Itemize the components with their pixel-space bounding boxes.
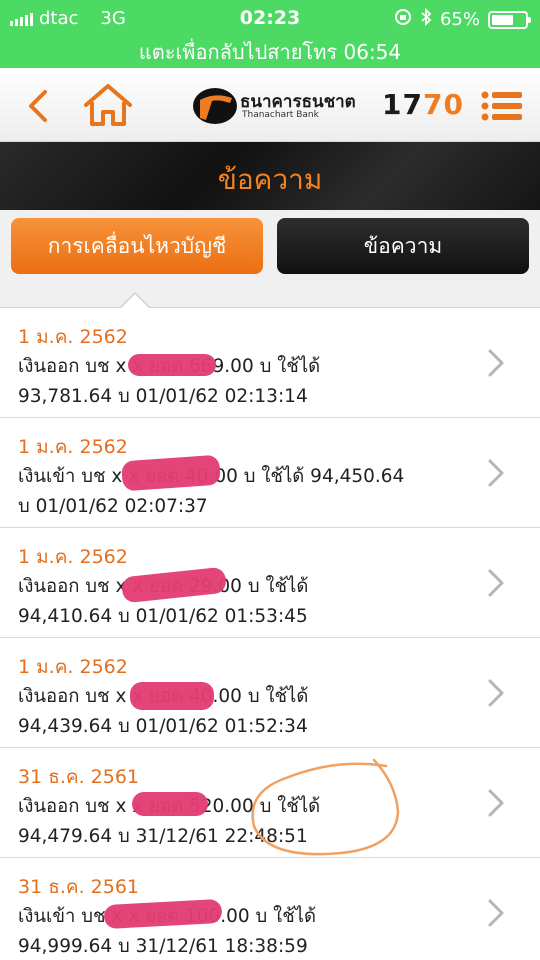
page-title: ข้อความ — [217, 163, 323, 196]
tab-bar: การเคลื่อนไหวบัญชี ข้อความ — [0, 210, 540, 309]
transaction-row[interactable]: 1 ม.ค. 2562 เงินออก บช x x ยอด 40.00 บ ใ… — [0, 638, 540, 748]
thanachart-logo-icon — [193, 88, 237, 124]
transaction-date: 1 ม.ค. 2562 — [18, 436, 128, 458]
rotation-lock-icon — [394, 8, 412, 31]
transaction-date: 1 ม.ค. 2562 — [18, 326, 128, 348]
transaction-date: 31 ธ.ค. 2561 — [18, 876, 139, 898]
annotation-circle — [251, 758, 400, 856]
chevron-right-icon — [488, 459, 504, 487]
menu-button[interactable] — [480, 90, 524, 122]
transaction-date: 1 ม.ค. 2562 — [18, 546, 128, 568]
chevron-right-icon — [488, 679, 504, 707]
battery-level — [492, 14, 513, 25]
hamburger-menu-icon — [481, 91, 522, 121]
hotline-button[interactable]: 1770 — [382, 88, 464, 121]
transaction-date: 31 ธ.ค. 2561 — [18, 766, 139, 788]
transaction-balance-time: 93,781.64 บ 01/01/62 02:13:14 — [18, 386, 308, 407]
transaction-balance-time: บ 01/01/62 02:07:37 — [18, 496, 208, 517]
battery-icon — [488, 10, 531, 29]
chevron-right-icon — [488, 569, 504, 597]
transaction-date: 1 ม.ค. 2562 — [18, 656, 128, 678]
transaction-balance-time: 94,410.64 บ 01/01/62 01:53:45 — [18, 606, 308, 627]
app-header: ธนาคารธนชาต Thanachart Bank 1770 — [0, 68, 540, 142]
redaction-mark — [132, 792, 208, 816]
back-button[interactable] — [18, 86, 58, 126]
page-title-bar: ข้อความ — [0, 142, 540, 210]
return-to-call-banner[interactable]: แตะเพื่อกลับไปสายโทร 06:54 — [0, 36, 540, 68]
battery-percent: 65% — [439, 9, 480, 30]
redaction-mark — [130, 682, 214, 710]
redaction-mark — [128, 354, 216, 376]
bluetooth-icon — [420, 7, 432, 31]
transaction-row[interactable]: 1 ม.ค. 2562 เงินออก บช x x ยอด 669.00 บ … — [0, 308, 540, 418]
transaction-row[interactable]: 1 ม.ค. 2562 เงินออก บช x x ยอด 29.00 บ ใ… — [0, 528, 540, 638]
home-icon — [84, 84, 132, 126]
chevron-left-icon — [29, 90, 47, 122]
chevron-right-icon — [488, 349, 504, 377]
chevron-right-icon — [488, 899, 504, 927]
bank-logo: ธนาคารธนชาต Thanachart Bank — [192, 86, 356, 128]
active-tab-pointer — [120, 294, 150, 309]
hotline-part2: 70 — [422, 88, 464, 121]
tab-messages[interactable]: ข้อความ — [277, 218, 529, 274]
bank-name-en: Thanachart Bank — [242, 110, 319, 120]
home-button[interactable] — [82, 82, 134, 128]
transaction-row[interactable]: 1 ม.ค. 2562 เงินเข้า บช x x ยอด 40.00 บ … — [0, 418, 540, 528]
hotline-part1: 17 — [382, 88, 423, 121]
transaction-balance-time: 94,439.64 บ 01/01/62 01:52:34 — [18, 716, 308, 737]
transaction-row[interactable]: 31 ธ.ค. 2561 เงินเข้า บช x x ยอด 100.00 … — [0, 858, 540, 960]
transaction-balance-time: 94,999.64 บ 31/12/61 18:38:59 — [18, 936, 308, 957]
chevron-right-icon — [488, 789, 504, 817]
status-bar: dtac 3G 02:23 65% แตะเพื่อกลับไปสายโทร 0… — [0, 0, 540, 68]
tab-account-movements[interactable]: การเคลื่อนไหวบัญชี — [11, 218, 263, 274]
transaction-list: 1 ม.ค. 2562 เงินออก บช x x ยอด 669.00 บ … — [0, 308, 540, 960]
